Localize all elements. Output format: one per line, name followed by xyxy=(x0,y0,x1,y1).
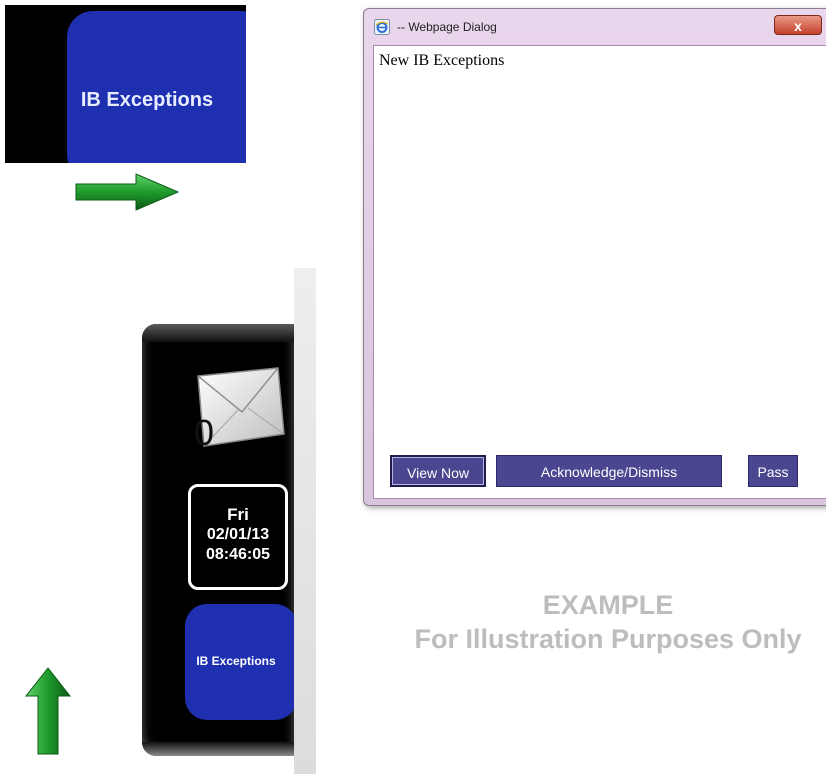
watermark-line-2: For Illustration Purposes Only xyxy=(414,624,802,654)
sidebar-top-bevel xyxy=(142,324,294,342)
ib-exceptions-button-zoomed[interactable]: IB Exceptions xyxy=(67,11,246,163)
sidebar-bottom-bevel xyxy=(142,742,294,756)
dialog-content: New IB Exceptions View Now Acknowledge/D… xyxy=(373,45,826,499)
ib-exceptions-label-zoomed: IB Exceptions xyxy=(80,89,214,111)
dialog-titlebar[interactable]: -- Webpage Dialog x xyxy=(364,9,826,43)
close-icon: x xyxy=(794,18,802,34)
close-button[interactable]: x xyxy=(774,15,822,35)
screen-edge-strip xyxy=(294,268,316,774)
acknowledge-dismiss-button[interactable]: Acknowledge/Dismiss xyxy=(496,455,722,487)
clock-date: 02/01/13 xyxy=(206,526,270,543)
clock-widget: Fri 02/01/13 08:46:05 xyxy=(188,484,288,590)
zoomed-ib-panel: IB Exceptions xyxy=(5,5,246,163)
view-now-button[interactable]: View Now xyxy=(390,455,486,487)
dialog-title: -- Webpage Dialog xyxy=(397,20,497,34)
pass-button[interactable]: Pass xyxy=(748,455,798,487)
webpage-dialog: -- Webpage Dialog x New IB Exceptions Vi… xyxy=(363,8,826,506)
clock-day: Fri xyxy=(227,505,249,524)
sidebar-panel: 0 Fri 02/01/13 08:46:05 IB Exceptions xyxy=(142,324,294,756)
ie-icon xyxy=(374,19,390,35)
arrow-right-icon xyxy=(75,173,180,211)
arrow-up-icon xyxy=(24,667,72,755)
example-watermark: EXAMPLE For Illustration Purposes Only xyxy=(370,588,826,656)
mail-count: 0 xyxy=(194,412,215,453)
watermark-line-1: EXAMPLE xyxy=(542,590,674,620)
ib-exceptions-label: IB Exceptions xyxy=(196,654,276,668)
ib-exceptions-button[interactable]: IB Exceptions xyxy=(185,604,294,720)
dialog-message: New IB Exceptions xyxy=(379,52,505,69)
clock-time: 08:46:05 xyxy=(205,546,271,563)
